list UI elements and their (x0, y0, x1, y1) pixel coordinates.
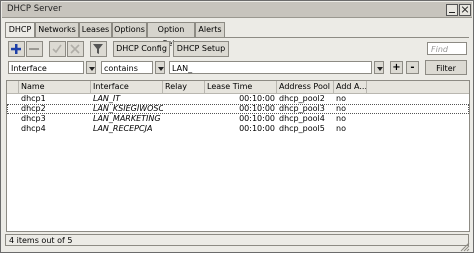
tab-networks[interactable]: Networks (35, 22, 79, 37)
cell-lease-time: 00:10:00 (239, 124, 275, 133)
filter-operator-select[interactable]: contains (101, 61, 153, 74)
column-header-address-pool[interactable]: Address Pool (277, 81, 334, 93)
cell-add-arp: no (336, 104, 346, 113)
cell-address-pool: dhcp_pool5 (279, 124, 325, 133)
status-bar: 4 items out of 5 (5, 234, 469, 246)
add-filter-button[interactable]: + (390, 61, 403, 74)
tab-dhcp[interactable]: DHCP (5, 22, 35, 38)
table-row[interactable]: dhcp2 LAN_KSIEGIWOSC 00:10:00 dhcp_pool3… (7, 104, 469, 114)
cell-relay (163, 124, 205, 134)
cell-name: dhcp4 (21, 124, 46, 133)
row-selector-header (7, 81, 19, 93)
plus-icon (11, 44, 21, 54)
table-row[interactable]: dhcp1 LAN_IT 00:10:00 dhcp_pool2 no (7, 94, 469, 104)
column-header-name[interactable]: Name (19, 81, 91, 93)
resize-grip-icon[interactable] (460, 242, 470, 252)
table-row[interactable]: dhcp3 LAN_MARKETING 00:10:00 dhcp_pool4 … (7, 114, 469, 124)
close-icon[interactable] (459, 4, 471, 16)
window-title: DHCP Server (7, 4, 62, 14)
cell-interface: LAN_RECEPCJA (93, 124, 153, 133)
cell-lease-time: 00:10:00 (239, 94, 275, 103)
filter-value-dropdown-icon[interactable] (374, 61, 384, 74)
filter-field-select[interactable]: Interface (8, 61, 84, 74)
tab-option-sets[interactable]: Option Sets (147, 22, 195, 48)
cell-add-arp: no (336, 114, 346, 123)
cell-interface: LAN_KSIEGIWOSC (93, 104, 163, 113)
column-header-relay[interactable]: Relay (163, 81, 205, 93)
dhcp-server-table: Name Interface Relay Lease Time Address … (6, 80, 470, 232)
cell-lease-time: 00:10:00 (239, 114, 275, 123)
remove-filter-button[interactable]: - (406, 61, 419, 74)
column-header-interface[interactable]: Interface (91, 81, 163, 93)
cell-relay (163, 104, 205, 114)
disable-button[interactable] (67, 41, 84, 57)
cell-lease-time: 00:10:00 (239, 104, 275, 113)
cell-add-arp: no (336, 124, 346, 133)
table-header: Name Interface Relay Lease Time Address … (7, 81, 469, 94)
tab-divider (5, 37, 469, 38)
title-bar[interactable]: DHCP Server (2, 2, 472, 18)
dhcp-setup-button[interactable]: DHCP Setup (173, 41, 229, 57)
funnel-icon (93, 44, 103, 54)
cell-address-pool: dhcp_pool4 (279, 114, 325, 123)
minimize-icon[interactable] (446, 4, 458, 16)
dhcp-config-button[interactable]: DHCP Config (113, 41, 170, 57)
tab-alerts[interactable]: Alerts (195, 22, 225, 37)
minus-icon (29, 48, 39, 50)
cell-interface: LAN_IT (93, 94, 121, 103)
tab-leases[interactable]: Leases (79, 22, 112, 37)
filter-field-dropdown-icon[interactable] (86, 61, 96, 74)
cell-add-arp: no (336, 94, 346, 103)
table-row[interactable]: dhcp4 LAN_RECEPCJA 00:10:00 dhcp_pool5 n… (7, 124, 469, 134)
cell-name: dhcp2 (21, 104, 46, 113)
apply-filter-button[interactable]: Filter (425, 60, 467, 75)
tab-options[interactable]: Options (112, 22, 147, 37)
x-icon (70, 44, 80, 54)
cell-address-pool: dhcp_pool2 (279, 94, 325, 103)
cell-relay (163, 94, 205, 104)
check-icon (52, 44, 62, 54)
cell-relay (163, 114, 205, 124)
remove-button[interactable] (26, 41, 43, 57)
filter-operator-dropdown-icon[interactable] (155, 61, 165, 74)
cell-interface: LAN_MARKETING (93, 114, 161, 123)
cell-name: dhcp3 (21, 114, 46, 123)
dhcp-server-window: DHCP Server DHCP Networks Leases Options… (0, 0, 474, 253)
find-input[interactable]: Find (427, 42, 467, 55)
cell-address-pool: dhcp_pool3 (279, 104, 325, 113)
column-header-spacer (367, 81, 469, 93)
enable-button[interactable] (49, 41, 66, 57)
filter-toggle-button[interactable] (90, 41, 107, 57)
cell-name: dhcp1 (21, 94, 46, 103)
add-button[interactable] (8, 41, 25, 57)
filter-value-input[interactable]: LAN_ (169, 61, 372, 74)
column-header-add-arp[interactable]: Add A... (334, 81, 367, 93)
column-header-lease-time[interactable]: Lease Time (205, 81, 277, 93)
